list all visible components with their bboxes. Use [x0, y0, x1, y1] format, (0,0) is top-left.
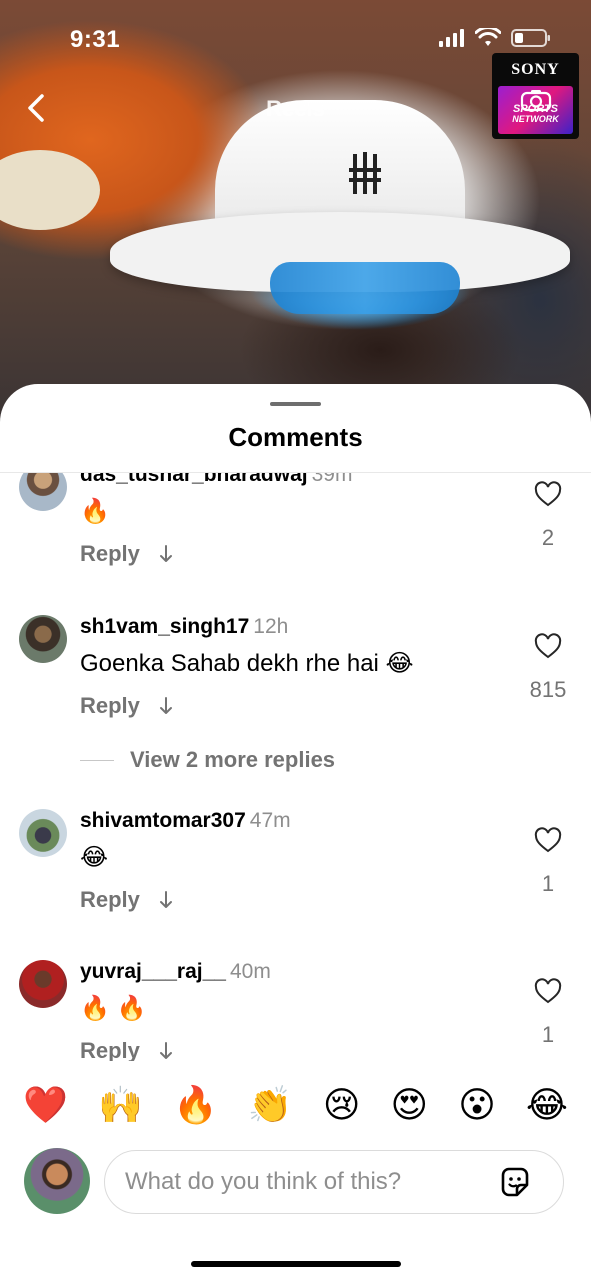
translate-arrow-icon[interactable] [158, 544, 174, 564]
network-text: NETWORK [512, 114, 559, 124]
comment-username[interactable]: das_tushar_bharadwaj [80, 473, 308, 486]
like-count: 1 [541, 1022, 555, 1047]
reply-button[interactable]: Reply [80, 887, 140, 913]
reaction-raised-hands[interactable]: 🙌 [98, 1086, 143, 1126]
comment-timestamp: 40m [229, 960, 271, 983]
comment-timestamp: 39m [311, 473, 353, 486]
comment-actions: Reply [80, 1038, 174, 1061]
comment-text: Goenka Sahab dekh rhe hai 😂 [80, 650, 414, 677]
reply-button[interactable]: Reply [80, 693, 140, 719]
hat-emblem-icon [349, 152, 381, 194]
reaction-laughing[interactable]: 😂 [526, 1086, 568, 1126]
comment-meta: sh1vam_singh17 12h [80, 615, 288, 639]
like-count: 2 [541, 525, 555, 550]
comment-text: 😂 [80, 844, 109, 871]
translate-arrow-icon[interactable] [158, 1041, 174, 1061]
reply-button[interactable]: Reply [80, 541, 140, 567]
sony-sports-logo: SONY SPORTS NETWORK [492, 53, 579, 139]
avatar[interactable] [19, 473, 67, 511]
comments-list[interactable]: das_tushar_bharadwaj 39m 🔥 Reply 2 sh1vam… [0, 473, 591, 1061]
comment-username[interactable]: yuvraj___raj__ [80, 960, 226, 983]
like-count: 815 [529, 677, 567, 702]
replies-line [80, 759, 114, 761]
like-heart-icon[interactable] [534, 481, 562, 509]
avatar[interactable] [19, 809, 67, 857]
cellular-signal-icon [439, 29, 464, 47]
my-avatar[interactable] [24, 1148, 90, 1214]
sheet-title: Comments [228, 422, 363, 452]
comment-meta: yuvraj___raj__ 40m [80, 960, 271, 984]
comments-sheet: Comments das_tushar_bharadwaj 39m 🔥 Reply… [0, 384, 591, 1280]
like-heart-icon[interactable] [534, 633, 562, 661]
home-indicator [191, 1261, 401, 1267]
quick-reactions-bar: ❤️ 🙌 🔥 👏 😢 😍 😮 😂 [0, 1078, 591, 1134]
comment-text: 🔥 [80, 498, 110, 525]
sticker-icon[interactable] [497, 1165, 533, 1201]
like-count: 1 [541, 871, 555, 896]
comment-timestamp: 12h [253, 615, 289, 638]
comment-actions: Reply [80, 541, 174, 567]
reaction-fire[interactable]: 🔥 [173, 1086, 218, 1126]
reaction-clap[interactable]: 👏 [248, 1086, 293, 1126]
comment-actions: Reply [80, 887, 174, 913]
reaction-heart[interactable]: ❤️ [23, 1086, 68, 1126]
like-heart-icon[interactable] [534, 978, 562, 1006]
video-person-hat [0, 150, 100, 230]
status-icons [439, 28, 551, 48]
avatar[interactable] [19, 615, 67, 663]
comment-meta: shivamtomar307 47m [80, 809, 291, 833]
comment-text: 🔥 🔥 [80, 995, 147, 1022]
reply-button[interactable]: Reply [80, 1038, 140, 1061]
translate-arrow-icon[interactable] [158, 696, 174, 716]
comment-actions: Reply [80, 693, 174, 719]
comment-timestamp: 47m [249, 809, 291, 832]
avatar[interactable] [19, 960, 67, 1008]
translate-arrow-icon[interactable] [158, 890, 174, 910]
comment-composer [0, 1148, 591, 1218]
video-sunglasses [270, 262, 460, 314]
view-more-replies[interactable]: View 2 more replies [80, 747, 335, 773]
comment-input[interactable] [123, 1161, 487, 1203]
comment-username[interactable]: shivamtomar307 [80, 809, 246, 832]
comment-username[interactable]: sh1vam_singh17 [80, 615, 249, 638]
comment-meta: das_tushar_bharadwaj 39m [80, 473, 352, 487]
reaction-heart-eyes[interactable]: 😍 [391, 1086, 429, 1126]
status-time: 9:31 [70, 26, 121, 53]
battery-icon [511, 29, 550, 47]
reaction-surprised[interactable]: 😮 [458, 1086, 496, 1126]
sheet-grabber[interactable] [270, 402, 321, 406]
wifi-icon [475, 28, 501, 46]
sony-brand-text: SONY [511, 61, 560, 78]
comment-input-wrap[interactable] [104, 1150, 564, 1214]
reaction-crying[interactable]: 😢 [323, 1086, 361, 1126]
like-heart-icon[interactable] [534, 827, 562, 855]
sports-network-badge: SPORTS NETWORK [498, 86, 573, 134]
view-more-replies-label[interactable]: View 2 more replies [130, 747, 335, 773]
